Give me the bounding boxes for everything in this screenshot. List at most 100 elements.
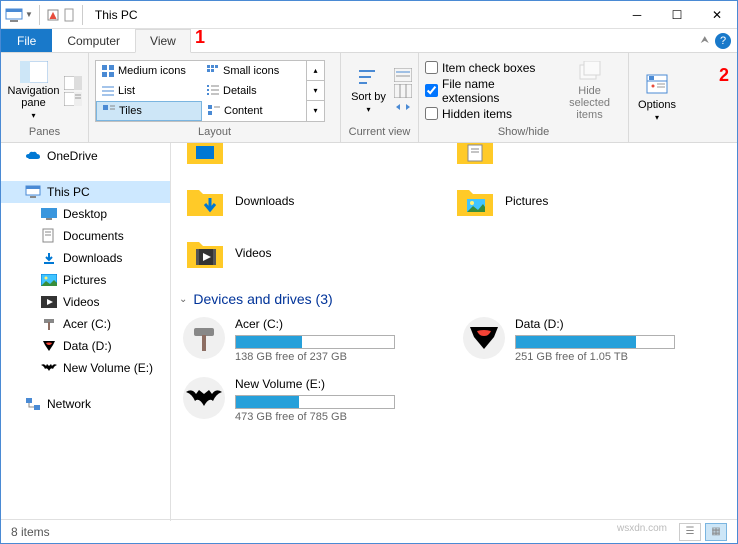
tree-network[interactable]: Network	[1, 393, 170, 415]
layout-details[interactable]: Details	[201, 81, 306, 101]
ribbon: Navigation pane ▾ Panes Medium icons Sma…	[1, 53, 737, 143]
gallery-down-icon[interactable]: ▾	[307, 81, 324, 101]
tree-downloads[interactable]: Downloads	[1, 247, 170, 269]
annotation-2: 2	[719, 65, 729, 86]
onedrive-icon	[25, 148, 41, 164]
pictures-icon	[41, 272, 57, 288]
batman-icon	[183, 377, 225, 419]
tree-drive-d[interactable]: Data (D:)	[1, 335, 170, 357]
qat-properties-icon[interactable]	[46, 8, 60, 22]
content-pane: Downloads Pictures Videos ⌄ Devices and …	[171, 143, 737, 521]
qat-doc-icon[interactable]	[62, 8, 76, 22]
folder-item[interactable]	[179, 143, 419, 175]
view-details-toggle[interactable]: ☰	[679, 523, 701, 541]
drive-e[interactable]: New Volume (E:) 473 GB free of 785 GB	[179, 373, 429, 427]
hammer-icon	[41, 316, 57, 332]
layout-tiles[interactable]: Tiles	[96, 101, 202, 121]
superman-icon	[41, 338, 57, 354]
hide-icon	[578, 61, 602, 83]
title-bar: ▼ This PC ─ ☐ ✕	[1, 1, 737, 29]
window-title: This PC	[95, 8, 138, 22]
pc-icon	[25, 184, 41, 200]
network-icon	[25, 396, 41, 412]
details-pane-icon[interactable]	[64, 92, 82, 106]
ribbon-tabs: File Computer View 1 ⮝ ?	[1, 29, 737, 53]
layout-content[interactable]: Content	[202, 101, 306, 121]
storage-bar	[235, 395, 395, 409]
group-label-showhide: Show/hide	[425, 126, 622, 140]
desktop-folder-icon	[185, 143, 225, 169]
help-icon[interactable]: ?	[715, 33, 731, 49]
folder-item[interactable]	[449, 143, 689, 175]
downloads-icon	[41, 250, 57, 266]
folder-videos[interactable]: Videos	[179, 227, 419, 279]
navigation-pane-button[interactable]: Navigation pane ▾	[7, 56, 60, 126]
hammer-icon	[183, 317, 225, 359]
tab-computer[interactable]: Computer	[52, 29, 135, 52]
folder-pictures[interactable]: Pictures	[449, 175, 689, 227]
group-label-current: Current view	[347, 126, 412, 140]
videos-folder-icon	[185, 233, 225, 273]
gallery-more-icon[interactable]: ▾	[307, 101, 324, 121]
drive-d[interactable]: Data (D:) 251 GB free of 1.05 TB	[459, 313, 709, 367]
tree-documents[interactable]: Documents	[1, 225, 170, 247]
videos-icon	[41, 294, 57, 310]
tree-videos[interactable]: Videos	[1, 291, 170, 313]
section-devices-drives[interactable]: ⌄ Devices and drives (3)	[179, 291, 729, 307]
tree-drive-e[interactable]: New Volume (E:)	[1, 357, 170, 379]
gallery-up-icon[interactable]: ▴	[307, 61, 324, 81]
pictures-folder-icon	[455, 181, 495, 221]
layout-gallery[interactable]: Medium icons Small icons ▴ List Details …	[95, 60, 325, 122]
tree-desktop[interactable]: Desktop	[1, 203, 170, 225]
chevron-down-icon: ▾	[655, 113, 659, 122]
chevron-down-icon: ⌄	[179, 294, 187, 305]
storage-bar	[235, 335, 395, 349]
pc-icon	[5, 8, 23, 22]
watermark: wsxdn.com	[617, 523, 667, 541]
nav-pane-icon	[20, 61, 48, 83]
maximize-button[interactable]: ☐	[657, 1, 697, 29]
minimize-ribbon-icon[interactable]: ⮝	[701, 35, 710, 46]
chevron-down-icon: ▾	[366, 105, 370, 114]
status-bar: 8 items wsxdn.com ☰ ▦	[1, 519, 737, 543]
options-icon	[643, 73, 671, 97]
superman-icon	[463, 317, 505, 359]
hide-selected-button: Hide selected items	[557, 56, 622, 126]
view-tiles-toggle[interactable]: ▦	[705, 523, 727, 541]
layout-small-icons[interactable]: Small icons	[201, 61, 306, 81]
tree-onedrive[interactable]: OneDrive	[1, 145, 170, 167]
tree-this-pc[interactable]: This PC	[1, 181, 170, 203]
layout-medium-icons[interactable]: Medium icons	[96, 61, 201, 81]
documents-folder-icon	[455, 143, 495, 169]
layout-list[interactable]: List	[96, 81, 201, 101]
file-extensions-toggle[interactable]: File name extensions	[425, 77, 553, 105]
group-label-panes: Panes	[7, 126, 82, 140]
tree-drive-c[interactable]: Acer (C:)	[1, 313, 170, 335]
desktop-icon	[41, 206, 57, 222]
item-checkboxes-toggle[interactable]: Item check boxes	[425, 61, 553, 75]
tab-view[interactable]: View	[135, 29, 191, 53]
group-label-layout: Layout	[95, 126, 334, 140]
size-columns-icon[interactable]	[394, 100, 412, 114]
storage-bar	[515, 335, 675, 349]
close-button[interactable]: ✕	[697, 1, 737, 29]
tab-file[interactable]: File	[1, 29, 52, 52]
chevron-down-icon: ▾	[31, 111, 35, 120]
hidden-items-toggle[interactable]: Hidden items	[425, 107, 553, 121]
preview-pane-icon[interactable]	[64, 76, 82, 90]
tree-pictures[interactable]: Pictures	[1, 269, 170, 291]
qat-dropdown-icon[interactable]: ▼	[25, 10, 33, 19]
documents-icon	[41, 228, 57, 244]
group-by-icon[interactable]	[394, 68, 412, 82]
annotation-1: 1	[195, 27, 205, 48]
drive-c[interactable]: Acer (C:) 138 GB free of 237 GB	[179, 313, 429, 367]
sort-by-button[interactable]: Sort by ▾	[347, 56, 390, 126]
options-button[interactable]: Options ▾	[635, 63, 679, 133]
item-count: 8 items	[11, 525, 50, 539]
add-columns-icon[interactable]	[394, 84, 412, 98]
minimize-button[interactable]: ─	[617, 1, 657, 29]
downloads-folder-icon	[185, 181, 225, 221]
batman-icon	[41, 360, 57, 376]
folder-downloads[interactable]: Downloads	[179, 175, 419, 227]
navigation-tree: OneDrive This PC Desktop Documents Downl…	[1, 143, 171, 521]
